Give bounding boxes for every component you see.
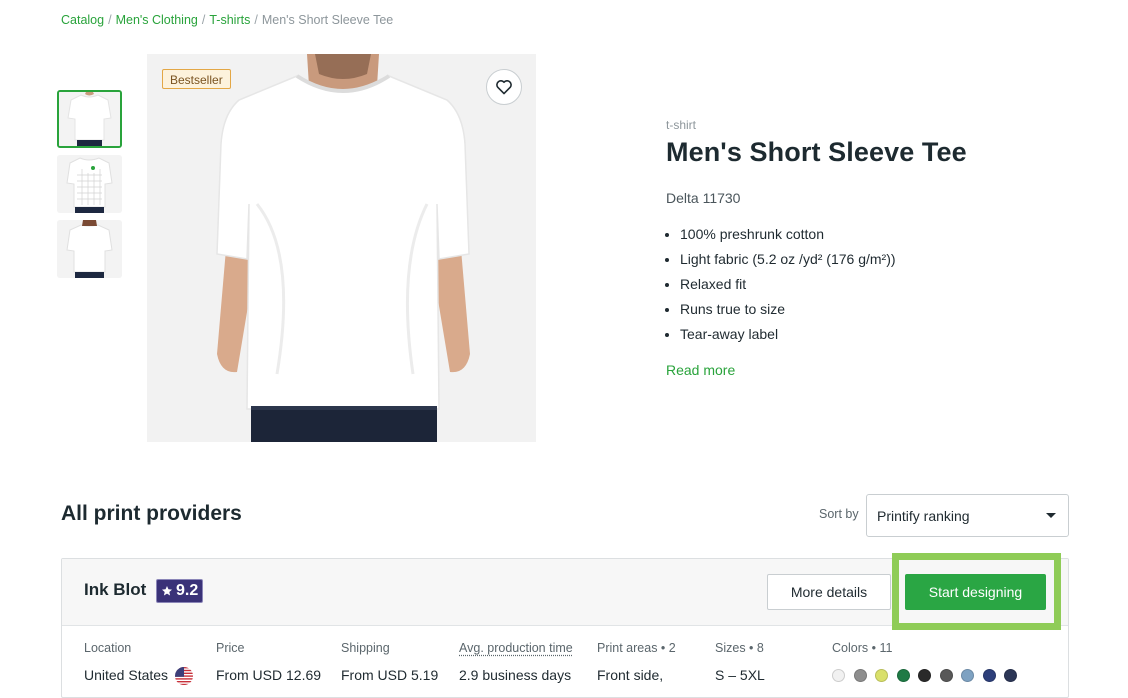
provider-rating-badge: 9.2 xyxy=(156,579,204,603)
print-areas-label: Print areas • 2 xyxy=(597,641,676,655)
print-providers-heading: All print providers xyxy=(61,502,242,525)
color-swatch[interactable] xyxy=(1004,669,1017,682)
color-swatch[interactable] xyxy=(875,669,888,682)
breadcrumb-separator: / xyxy=(254,13,258,27)
sizes-value: S – 5XL xyxy=(715,667,765,683)
tshirt-back-image xyxy=(57,220,122,278)
feature-list: 100% preshrunk cotton Light fabric (5.2 … xyxy=(666,222,896,347)
caret-down-icon xyxy=(1046,513,1056,518)
breadcrumb-separator: / xyxy=(108,13,112,27)
breadcrumb-separator: / xyxy=(201,13,206,27)
us-flag-icon xyxy=(175,667,193,685)
breadcrumb-current: Men's Short Sleeve Tee xyxy=(261,13,394,27)
color-swatch[interactable] xyxy=(896,669,910,682)
tshirt-design-image xyxy=(57,155,122,213)
shipping-label: Shipping xyxy=(341,641,390,655)
production-time-label[interactable]: Avg. production time xyxy=(459,641,573,655)
breadcrumb-catalog[interactable]: Catalog xyxy=(61,13,104,27)
heart-icon xyxy=(496,80,512,95)
feature-item: Light fabric (5.2 oz /yd² (176 g/m²)) xyxy=(680,247,896,272)
color-swatch[interactable] xyxy=(939,669,953,682)
breadcrumb: Catalog / Men's Clothing / T-shirts / Me… xyxy=(61,13,393,27)
breadcrumb-t-shirts[interactable]: T-shirts xyxy=(209,13,250,27)
sort-dropdown[interactable]: Printify ranking xyxy=(866,494,1069,537)
tshirt-front-image xyxy=(59,92,120,146)
feature-item: Relaxed fit xyxy=(680,272,896,297)
read-more-link[interactable]: Read more xyxy=(666,362,735,378)
feature-item: Tear-away label xyxy=(680,322,896,347)
location-value: United States xyxy=(84,667,169,683)
provider-name[interactable]: Ink Blot xyxy=(84,580,146,600)
color-swatch[interactable] xyxy=(961,669,974,682)
more-details-button[interactable]: More details xyxy=(767,574,891,610)
sort-label: Sort by xyxy=(819,507,859,521)
star-icon xyxy=(162,586,172,596)
price-label: Price xyxy=(216,641,245,655)
color-swatch[interactable] xyxy=(853,669,867,682)
feature-item: Runs true to size xyxy=(680,297,896,322)
thumbnail-back[interactable] xyxy=(57,220,122,278)
sort-value: Printify ranking xyxy=(877,507,970,524)
bestseller-badge: Bestseller xyxy=(162,69,231,89)
product-main-image xyxy=(147,54,536,442)
tshirt-model-image xyxy=(147,54,536,442)
shipping-value: From USD 5.19 xyxy=(341,667,439,683)
product-type: t-shirt xyxy=(666,118,696,132)
color-swatch[interactable] xyxy=(982,669,996,682)
breadcrumb-mens-clothing[interactable]: Men's Clothing xyxy=(116,13,198,27)
color-swatch[interactable] xyxy=(832,669,845,682)
production-time-value: 2.9 business days xyxy=(459,667,572,683)
location-label: Location xyxy=(84,641,132,655)
feature-item: 100% preshrunk cotton xyxy=(680,222,896,247)
price-value: From USD 12.69 xyxy=(216,667,322,683)
sizes-label: Sizes • 8 xyxy=(715,641,764,655)
product-model: Delta 11730 xyxy=(666,190,741,206)
product-title: Men's Short Sleeve Tee xyxy=(666,137,967,167)
colors-label: Colors • 11 xyxy=(832,641,893,655)
start-designing-button[interactable]: Start designing xyxy=(905,574,1046,610)
color-swatch[interactable] xyxy=(918,669,931,682)
thumbnail-design[interactable] xyxy=(57,155,122,213)
thumbnail-front[interactable] xyxy=(57,90,122,148)
print-areas-value: Front side, xyxy=(597,667,664,683)
rating-value: 9.2 xyxy=(176,582,199,599)
favorite-button[interactable] xyxy=(486,69,522,105)
